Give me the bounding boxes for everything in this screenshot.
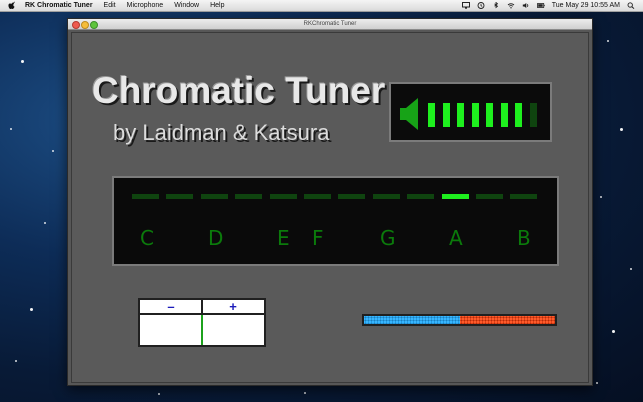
menu-help[interactable]: Help <box>210 0 224 11</box>
pitch-segment <box>510 194 538 199</box>
level-bar <box>471 103 479 127</box>
pitch-segment <box>304 194 331 199</box>
time-machine-icon[interactable] <box>477 2 485 9</box>
tuner-content: Chromatic Tuner by Laidman & Katsura C D… <box>71 32 589 383</box>
speaker-icon <box>400 98 418 130</box>
fine-minus-button[interactable]: – <box>140 300 202 313</box>
cents-flat-fill <box>364 316 460 324</box>
note-label-f: F <box>312 226 324 250</box>
note-label-e: E <box>277 226 290 250</box>
pitch-segment <box>166 194 194 199</box>
level-bar <box>442 103 450 127</box>
volume-icon[interactable] <box>522 2 530 9</box>
pitch-segment <box>338 194 366 199</box>
cents-deviation-bar <box>362 314 557 326</box>
level-bar <box>529 103 537 127</box>
menu-window[interactable]: Window <box>174 0 199 11</box>
pitch-segment <box>200 194 228 199</box>
battery-icon[interactable] <box>536 2 545 9</box>
window-titlebar[interactable]: RKChromatic Tuner <box>68 19 592 30</box>
fine-tune-needle <box>201 315 203 345</box>
menu-app-name[interactable]: RK Chromatic Tuner <box>25 0 93 11</box>
pitch-segment <box>476 194 503 199</box>
note-label-g: G <box>380 226 396 250</box>
level-bar <box>457 103 464 127</box>
cents-sharp-fill <box>460 316 555 324</box>
fine-tune-buttons: – + <box>140 300 264 315</box>
pitch-segment <box>132 194 159 199</box>
level-bar <box>500 103 508 127</box>
app-title: Chromatic Tuner <box>92 70 386 111</box>
app-subtitle: by Laidman & Katsura <box>113 120 330 145</box>
note-label-b: B <box>517 226 531 250</box>
level-bar <box>515 103 522 127</box>
note-label-c: C <box>140 226 154 250</box>
zoom-button[interactable] <box>90 21 98 29</box>
input-level-meter <box>389 82 552 142</box>
level-bar <box>486 103 493 127</box>
spotlight-search-icon[interactable] <box>627 2 635 9</box>
menu-microphone[interactable]: Microphone <box>127 0 164 11</box>
menu-bar: RK Chromatic Tuner Edit Microphone Windo… <box>0 0 643 12</box>
display-icon[interactable] <box>461 2 470 9</box>
fine-tune-control: – + <box>138 298 266 347</box>
pitch-segment <box>372 194 400 199</box>
pitch-segment <box>235 194 263 199</box>
minimize-button[interactable] <box>81 21 89 29</box>
window-title: RKChromatic Tuner <box>303 21 357 27</box>
note-label-a: A <box>449 226 463 250</box>
menu-edit[interactable]: Edit <box>104 0 116 11</box>
wifi-icon[interactable] <box>507 2 515 9</box>
note-display: C D E F G A B <box>112 176 559 266</box>
pitch-segment <box>441 194 469 199</box>
bluetooth-icon[interactable] <box>492 2 500 9</box>
pitch-segment <box>407 194 435 199</box>
tuner-window: RKChromatic Tuner Chromatic Tuner by Lai… <box>67 18 593 386</box>
note-label-d: D <box>208 226 224 250</box>
fine-plus-button[interactable]: + <box>202 300 264 313</box>
level-bar <box>428 103 435 127</box>
pitch-segment <box>269 194 297 199</box>
close-button[interactable] <box>72 21 80 29</box>
menu-clock[interactable]: Tue May 29 10:55 AM <box>552 0 620 11</box>
apple-menu-icon[interactable] <box>8 1 17 10</box>
